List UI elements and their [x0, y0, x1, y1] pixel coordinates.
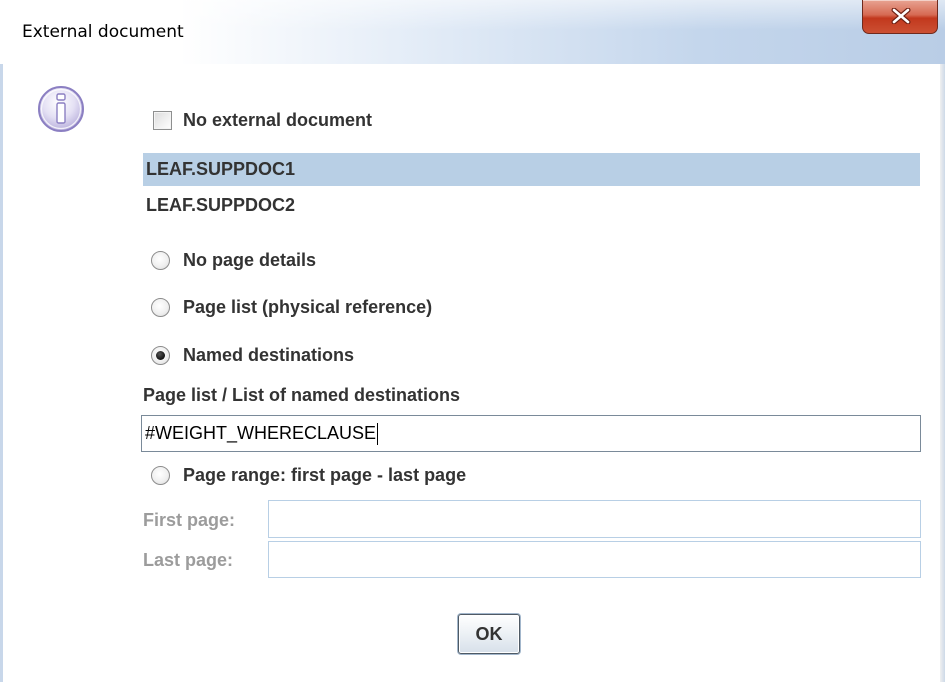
no-page-details-radio[interactable]	[151, 251, 170, 270]
radio-selected-dot	[156, 351, 165, 360]
information-icon	[38, 86, 84, 132]
named-destinations-label[interactable]: Named destinations	[183, 345, 354, 366]
no-external-document-checkbox[interactable]	[153, 111, 172, 130]
last-page-input[interactable]	[268, 541, 921, 578]
page-list-radio[interactable]	[151, 298, 170, 317]
named-destinations-radio[interactable]	[151, 346, 170, 365]
list-item-label: LEAF.SUPPDOC1	[146, 159, 296, 179]
ok-button-label: OK	[475, 624, 503, 644]
window-left-border	[0, 64, 3, 682]
no-external-document-label[interactable]: No external document	[183, 110, 372, 131]
close-x-icon	[891, 8, 911, 24]
page-range-label[interactable]: Page range: first page - last page	[183, 465, 466, 486]
page-list-input-value: #WEIGHT_WHERECLAUSE	[145, 423, 377, 443]
ok-button[interactable]: OK	[458, 614, 520, 654]
first-page-label: First page:	[143, 510, 236, 530]
page-list-label[interactable]: Page list (physical reference)	[183, 297, 432, 318]
close-button[interactable]	[862, 0, 938, 34]
page-range-radio[interactable]	[151, 466, 170, 485]
document-list[interactable]: LEAF.SUPPDOC1 LEAF.SUPPDOC2	[143, 151, 920, 224]
page-list-input[interactable]: #WEIGHT_WHERECLAUSE	[141, 415, 921, 452]
window-title: External document	[22, 22, 184, 42]
window-right-border	[940, 64, 945, 682]
list-item[interactable]: LEAF.SUPPDOC2	[143, 189, 920, 222]
last-page-label: Last page:	[143, 550, 234, 570]
no-page-details-label[interactable]: No page details	[183, 250, 316, 271]
text-caret	[377, 423, 379, 446]
page-list-field-label: Page list / List of named destinations	[143, 385, 461, 405]
title-bar[interactable]: External document	[0, 0, 945, 64]
list-item[interactable]: LEAF.SUPPDOC1	[143, 153, 920, 186]
list-item-label: LEAF.SUPPDOC2	[146, 195, 296, 215]
first-page-input[interactable]	[268, 500, 921, 538]
